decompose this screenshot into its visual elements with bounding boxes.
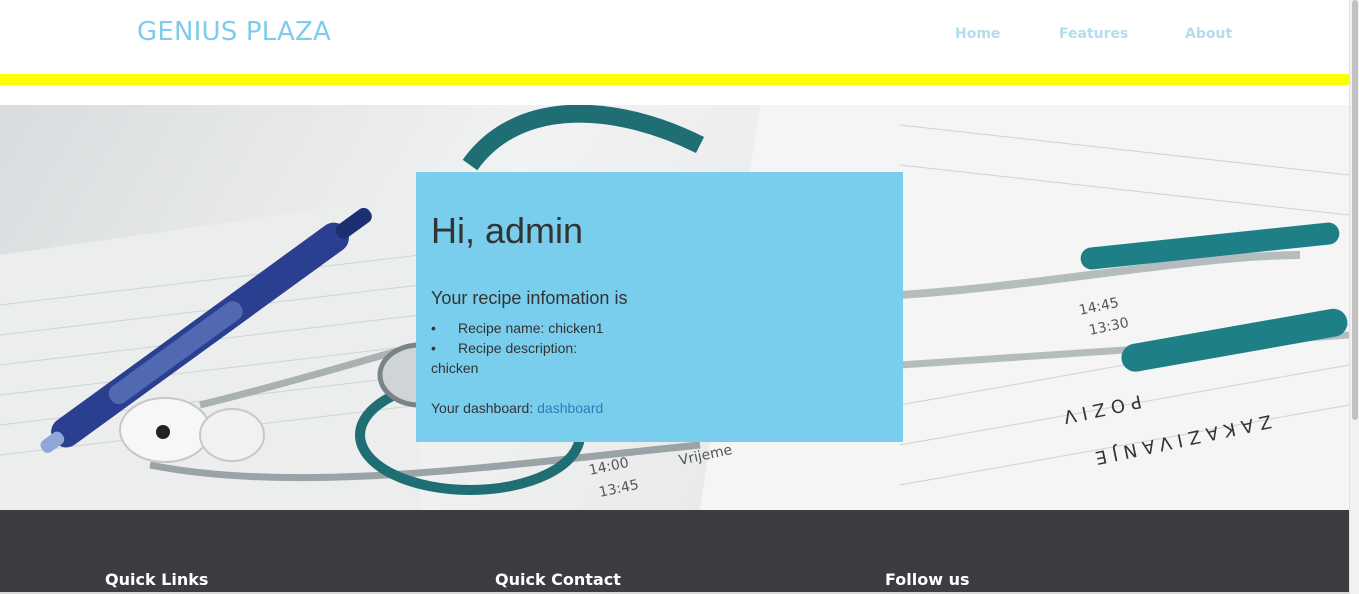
recipe-info-list: • Recipe name: chicken1 • Recipe descrip… (431, 318, 888, 358)
recipe-description-label: Recipe description: (458, 340, 578, 356)
hero-section: 14:00 13:45 Vrijeme 14:45 13:30 ZAKAZIVA… (0, 105, 1349, 510)
main-nav: Home Features About (0, 26, 1349, 46)
site-footer: Quick Links Quick Contact Follow us (0, 510, 1349, 594)
scrollbar-thumb[interactable] (1352, 0, 1358, 420)
svg-text:13:45: 13:45 (598, 477, 641, 501)
greeting-heading: Hi, admin (431, 210, 584, 251)
site-header: GENIUS PLAZA Home Features About (0, 0, 1349, 74)
list-item: • Recipe description: (431, 338, 888, 358)
bullet-icon: • (431, 340, 436, 356)
header-accent-bar (0, 74, 1349, 85)
dashboard-line: Your dashboard: dashboard (431, 398, 888, 418)
footer-follow-us-heading: Follow us (885, 570, 970, 589)
dashboard-link[interactable]: dashboard (537, 400, 603, 416)
vertical-scrollbar[interactable] (1349, 0, 1359, 594)
welcome-card: Hi, admin Your recipe infomation is • Re… (416, 172, 903, 442)
nav-features-link[interactable]: Features (1059, 26, 1128, 42)
recipe-info-heading: Your recipe infomation is (431, 288, 628, 308)
nav-home-link[interactable]: Home (955, 26, 1000, 42)
dashboard-prefix: Your dashboard: (431, 400, 538, 416)
nav-about-link[interactable]: About (1185, 26, 1232, 42)
footer-quick-contact-heading: Quick Contact (495, 570, 621, 589)
bullet-icon: • (431, 320, 436, 336)
list-item: • Recipe name: chicken1 (431, 318, 888, 338)
footer-quick-links-heading: Quick Links (105, 570, 209, 589)
recipe-description-value: chicken (431, 360, 479, 376)
recipe-name-text: Recipe name: chicken1 (458, 320, 604, 336)
